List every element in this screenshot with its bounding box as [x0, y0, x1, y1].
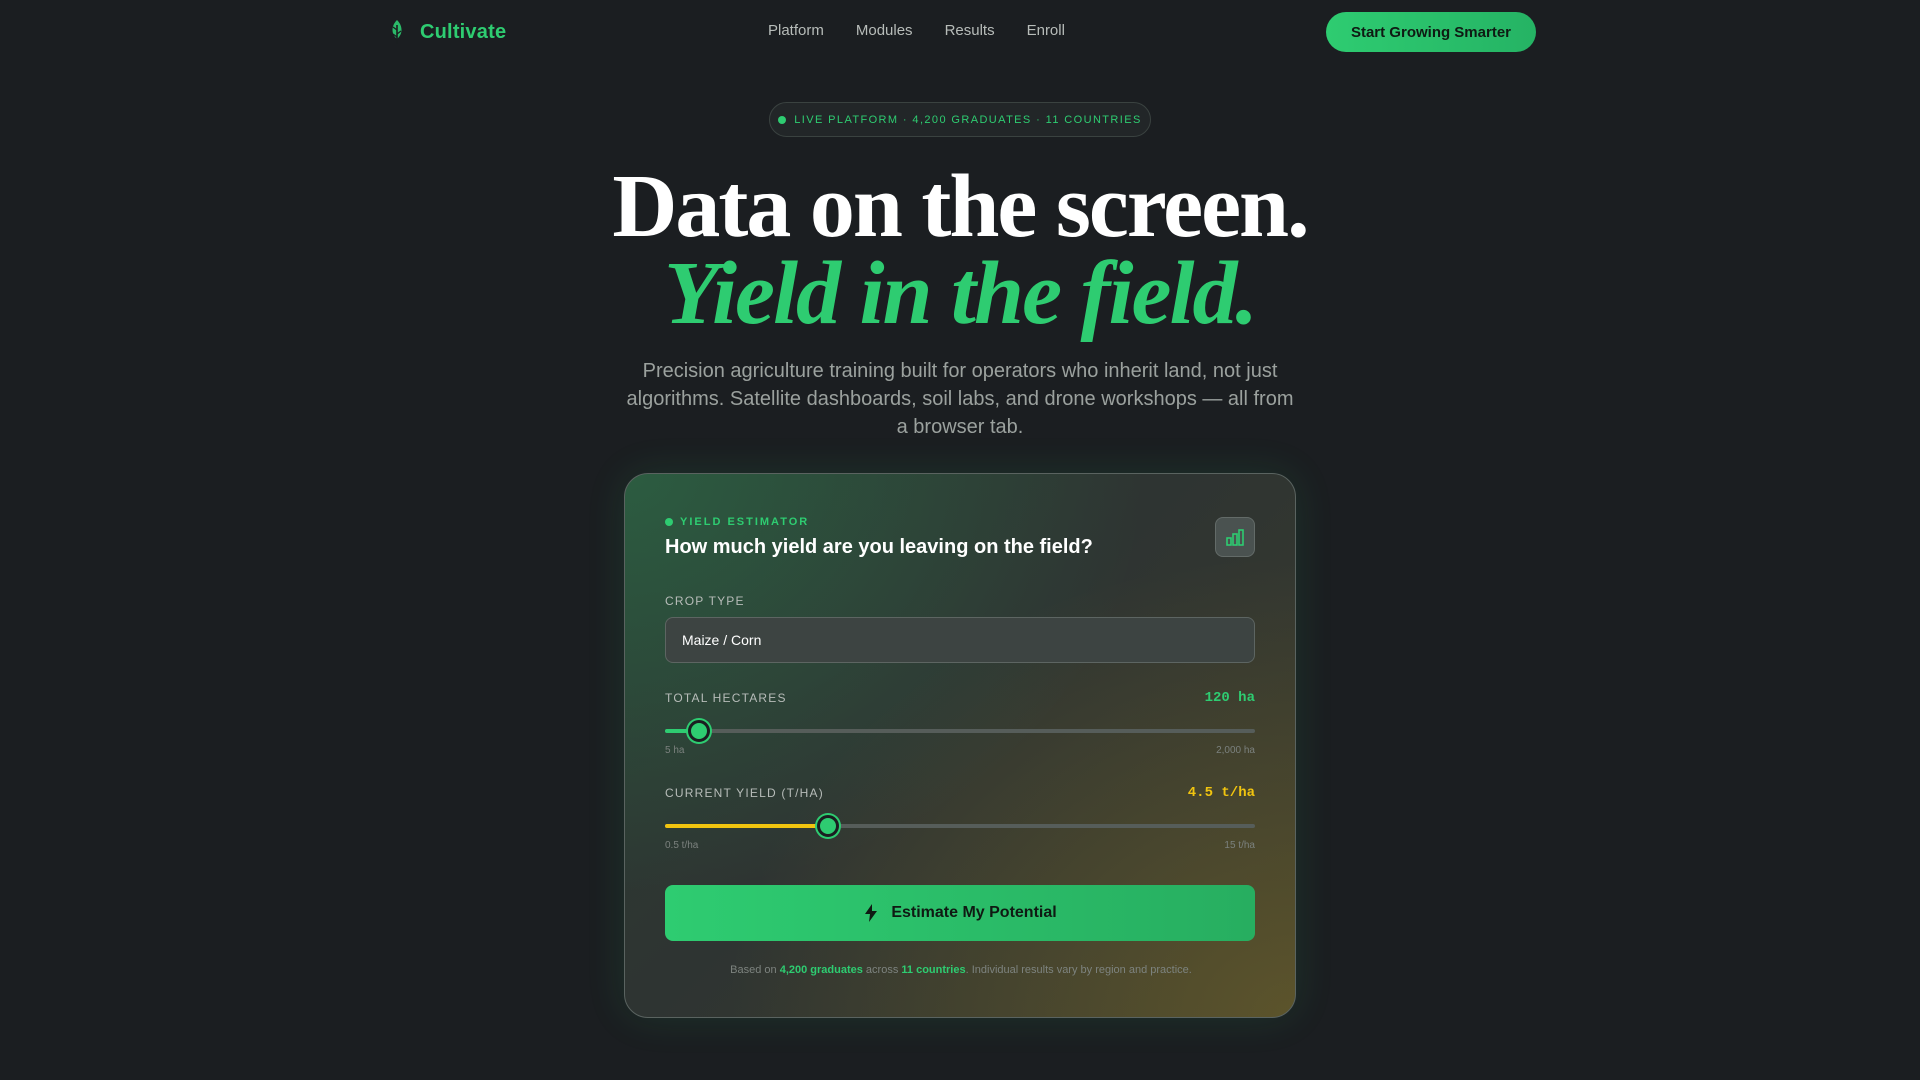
crop-type-label: CROP TYPE	[665, 594, 745, 608]
yield-min-label: 0.5 t/ha	[665, 840, 699, 851]
hero-subtitle: Precision agriculture training built for…	[626, 360, 1294, 438]
nav-link-platform[interactable]: Platform	[768, 22, 824, 39]
hectares-slider-thumb[interactable]	[688, 720, 710, 742]
card-title: How much yield are you leaving on the fi…	[665, 536, 1093, 558]
lightning-icon	[865, 904, 878, 922]
top-nav: Cultivate Platform Modules Results Enrol…	[0, 0, 1920, 64]
nav-link-results[interactable]: Results	[945, 22, 995, 39]
hero-headline: Data on the screen.	[612, 157, 1309, 256]
start-growing-button[interactable]: Start Growing Smarter	[1326, 12, 1536, 52]
eyebrow-label: YIELD ESTIMATOR	[680, 516, 810, 528]
yield-estimator-card: YIELD ESTIMATOR How much yield are you l…	[624, 473, 1296, 1018]
yield-max-label: 15 t/ha	[1224, 840, 1255, 851]
chart-button[interactable]	[1215, 517, 1255, 557]
hectares-label: TOTAL HECTARES	[665, 691, 787, 705]
disclaimer-countries: 11 countries	[901, 964, 966, 976]
hectares-max-label: 2,000 ha	[1216, 745, 1255, 756]
current-yield-readout: 4.5 t/ha	[1187, 785, 1255, 801]
nav-links: Platform Modules Results Enroll	[768, 22, 1065, 39]
crop-type-select[interactable]: Maize / Corn	[665, 617, 1255, 663]
hero-headline-accent: Yield in the field.	[664, 244, 1258, 343]
leaf-icon	[392, 20, 402, 44]
results-disclaimer: Based on 4,200 graduates across 11 count…	[625, 964, 1297, 976]
current-yield-slider[interactable]	[665, 815, 1255, 837]
brand-name: Cultivate	[420, 20, 507, 43]
current-yield-label: CURRENT YIELD (T/HA)	[665, 786, 824, 800]
nav-link-modules[interactable]: Modules	[856, 22, 913, 39]
live-dot-icon	[778, 115, 787, 124]
estimate-button-label: Estimate My Potential	[891, 904, 1057, 921]
eyebrow-dot-icon	[665, 518, 673, 526]
brand-logo[interactable]: Cultivate	[386, 18, 506, 46]
disclaimer-middle: across	[862, 964, 902, 976]
current-yield-slider-thumb[interactable]	[816, 815, 839, 837]
disclaimer-prefix: Based on	[730, 964, 780, 976]
estimate-potential-button[interactable]: Estimate My Potential	[665, 885, 1255, 941]
hectares-slider[interactable]	[665, 720, 1255, 742]
disclaimer-graduates: 4,200 graduates	[779, 964, 863, 976]
live-platform-badge: LIVE PLATFORM · 4,200 GRADUATES · 11 COU…	[769, 102, 1151, 137]
crop-type-value: Maize / Corn	[682, 632, 762, 648]
bar-chart-icon	[1226, 529, 1244, 546]
hectares-readout: 120 ha	[1204, 690, 1255, 706]
current-yield-slider-fill	[665, 824, 828, 828]
nav-link-enroll[interactable]: Enroll	[1027, 22, 1065, 39]
card-eyebrow: YIELD ESTIMATOR	[665, 516, 809, 528]
disclaimer-suffix: . Individual results vary by region and …	[965, 964, 1192, 976]
hectares-min-label: 5 ha	[665, 745, 685, 756]
badge-text: LIVE PLATFORM · 4,200 GRADUATES · 11 COU…	[794, 113, 1142, 126]
